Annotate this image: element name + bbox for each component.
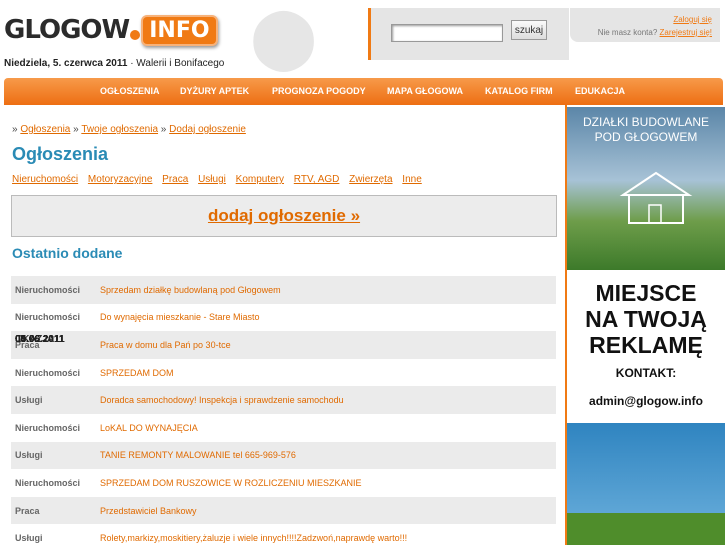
nav-ogloszenia[interactable]: OGŁOSZENIA: [100, 86, 160, 96]
ad-category: Nieruchomości: [15, 284, 81, 295]
ad-category: Praca: [15, 505, 40, 516]
contact-label: KONTAKT:: [615, 366, 677, 380]
ad-category: Usługi: [15, 533, 43, 544]
breadcrumb: » Ogłoszenia » Twoje ogłoszenia » Dodaj …: [12, 124, 246, 135]
nav-prognoza-pogody[interactable]: PROGNOZA POGODY: [272, 86, 366, 96]
add-listing-box: dodaj ogłoszenie »: [11, 195, 557, 237]
register-link[interactable]: Zarejestruj się!: [660, 28, 712, 37]
category-inne[interactable]: Inne: [402, 174, 421, 185]
banner-advertise[interactable]: MIEJSCE NA TWOJĄ REKLAMĘ KONTAKT: admin@…: [567, 270, 725, 423]
logo-dot: [130, 30, 141, 40]
ad-category: Nieruchomości: [15, 477, 81, 488]
category-links: Nieruchomości Motoryzacyjne Praca Usługi…: [12, 174, 429, 185]
watermark: ⬤: [250, 2, 318, 72]
page-title: Ogłoszenia: [12, 144, 109, 164]
login-link[interactable]: Zaloguj się: [673, 15, 712, 24]
breadcrumb-dodaj-ogloszenie[interactable]: Dodaj ogłoszenie: [169, 124, 246, 135]
category-uslugi[interactable]: Usługi: [198, 174, 226, 185]
nav-katalog-firm[interactable]: KATALOG FIRM: [485, 86, 553, 96]
nav-dyzury-aptek[interactable]: DYŻURY APTEK: [180, 86, 249, 96]
recent-heading: Ostatnio dodane: [12, 245, 123, 261]
table-row: Nieruchomości SPRZEDAM DOM 05.06.2011: [11, 334, 556, 387]
ad-category: Nieruchomości: [15, 312, 81, 323]
category-praca[interactable]: Praca: [162, 174, 188, 185]
breadcrumb-ogloszenia[interactable]: Ogłoszenia: [20, 124, 70, 135]
add-listing-link[interactable]: dodaj ogłoszenie »: [208, 206, 360, 225]
current-date: Niedziela, 5. czerwca 2011: [4, 58, 128, 69]
table-row: Praca Praca w domu dla Pań po 30-tce 05.…: [11, 331, 556, 359]
ad-title-link[interactable]: Doradca samochodowy! Inspekcja i sprawdz…: [100, 386, 556, 414]
category-rtv-agd[interactable]: RTV, AGD: [294, 174, 340, 185]
recent-ads-table: Nieruchomości Sprzedam działkę budowlaną…: [11, 276, 556, 552]
advertise-line-1: MIEJSCE: [595, 280, 697, 306]
banner-title: DZIAŁKI BUDOWLANE POD GŁOGOWEM: [582, 115, 710, 144]
ad-category: Usługi: [15, 450, 43, 461]
contact-email: admin@glogow.info: [589, 394, 703, 408]
advertise-line-2: NA TWOJĄ: [585, 306, 707, 332]
ad-date: 03.06.2011: [15, 334, 65, 345]
table-row: Nieruchomości Sprzedam działkę budowlaną…: [11, 276, 556, 345]
ad-title-link[interactable]: SPRZEDAM DOM: [100, 359, 556, 387]
main-content: » Ogłoszenia » Twoje ogłoszenia » Dodaj …: [4, 105, 564, 552]
ad-category: Nieruchomości: [15, 422, 81, 433]
banner-grass: [567, 513, 725, 545]
nav-edukacja[interactable]: EDUKACJA: [575, 86, 625, 96]
table-row: Nieruchomości Do wynajęcia mieszkanie - …: [11, 303, 556, 345]
no-account-text: Nie masz konta?: [597, 28, 658, 37]
category-komputery[interactable]: Komputery: [236, 174, 284, 185]
logo-text: GLOGOW: [4, 15, 130, 45]
ad-title-link[interactable]: LoKAL DO WYNAJĘCIA: [100, 414, 556, 442]
category-nieruchomosci[interactable]: Nieruchomości: [12, 174, 78, 185]
banner-bottom[interactable]: [567, 423, 725, 545]
ad-title-link[interactable]: Do wynajęcia mieszkanie - Stare Miasto: [100, 304, 556, 332]
logo-suffix: INFO: [141, 14, 218, 46]
category-zwierzeta[interactable]: Zwierzęta: [349, 174, 392, 185]
ad-category: Nieruchomości: [15, 367, 81, 378]
nav-mapa-glogowa[interactable]: MAPA GŁOGOWA: [387, 86, 463, 96]
table-row: Nieruchomości SPRZEDAM DOM RUSZOWICE W R…: [11, 334, 556, 497]
sidebar: DZIAŁKI BUDOWLANE POD GŁOGOWEM MIEJSCE N…: [565, 105, 725, 545]
table-row: Nieruchomości LoKAL DO WYNAJĘCIA 04.06.2…: [11, 334, 556, 442]
ad-category: Usługi: [15, 395, 43, 406]
name-day: · Walerii i Bonifacego: [130, 58, 225, 69]
table-row: Praca Przedstawiciel Bankowy 03.06.2011: [11, 334, 556, 525]
ad-title-link[interactable]: Praca w domu dla Pań po 30-tce: [100, 331, 556, 359]
site-logo[interactable]: GLOGOW INFO: [4, 12, 218, 48]
category-motoryzacyjne[interactable]: Motoryzacyjne: [88, 174, 152, 185]
advertise-line-3: REKLAMĘ: [589, 332, 703, 358]
ad-title-link[interactable]: SPRZEDAM DOM RUSZOWICE W ROZLICZENIU MIE…: [100, 469, 556, 497]
table-row: Usługi Doradca samochodowy! Inspekcja i …: [11, 334, 556, 414]
table-row: Usługi Rolety,markizy,moskitiery,żaluzje…: [11, 334, 556, 552]
login-panel: Zaloguj się Nie masz konta? Zarejestruj …: [570, 8, 720, 42]
ad-title-link[interactable]: Sprzedam działkę budowlaną pod Głogowem: [100, 276, 556, 304]
main-nav: OGŁOSZENIA DYŻURY APTEK PROGNOZA POGODY …: [4, 78, 723, 105]
ad-title-link[interactable]: Przedstawiciel Bankowy: [100, 497, 556, 525]
search-panel: szukaj: [368, 8, 569, 60]
table-row: Usługi TANIE REMONTY MALOWANIE tel 665-9…: [11, 334, 556, 470]
breadcrumb-twoje-ogloszenia[interactable]: Twoje ogłoszenia: [81, 124, 158, 135]
search-button[interactable]: szukaj: [511, 20, 547, 40]
date-line: Niedziela, 5. czerwca 2011 · Walerii i B…: [4, 58, 224, 69]
ad-title-link[interactable]: TANIE REMONTY MALOWANIE tel 665-969-576: [100, 442, 556, 470]
banner-sky: [567, 423, 725, 513]
ad-title-link[interactable]: Rolety,markizy,moskitiery,żaluzje i wiel…: [100, 524, 556, 552]
banner-dzialki[interactable]: DZIAŁKI BUDOWLANE POD GŁOGOWEM: [567, 107, 725, 270]
search-input[interactable]: [391, 24, 503, 42]
house-icon: [619, 171, 693, 224]
